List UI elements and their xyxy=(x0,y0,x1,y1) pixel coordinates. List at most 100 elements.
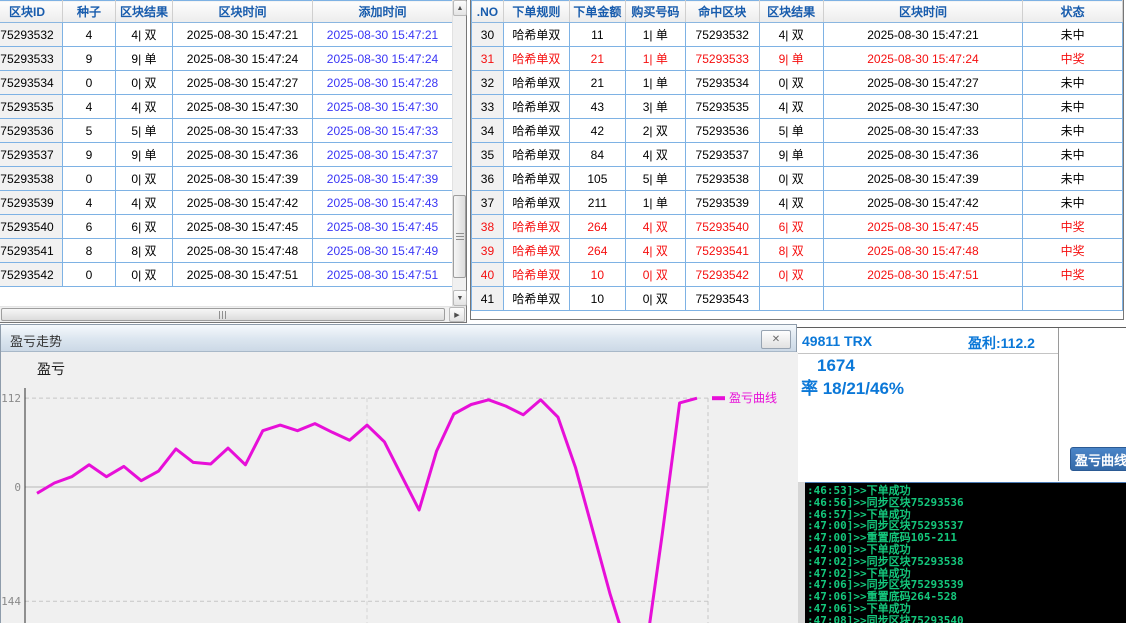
table-cell: 75293533 xyxy=(685,47,759,71)
log-line: :47:06]>>下单成功 xyxy=(807,603,1126,615)
table-row[interactable]: 41哈希单双100| 双75293543 xyxy=(472,287,1123,311)
table-row[interactable]: 7529354188| 双2025-08-30 15:47:482025-08-… xyxy=(0,239,453,263)
table-row[interactable]: 31哈希单双211| 单752935339| 单2025-08-30 15:47… xyxy=(472,47,1123,71)
table-cell: 75293537 xyxy=(0,143,63,167)
table-cell: 中奖 xyxy=(1023,263,1123,287)
table-cell: 33 xyxy=(472,95,504,119)
table-row[interactable]: 32哈希单双211| 单752935340| 双2025-08-30 15:47… xyxy=(472,71,1123,95)
table-row[interactable]: 33哈希单双433| 单752935354| 双2025-08-30 15:47… xyxy=(472,95,1123,119)
profit-curve-button[interactable]: 盈亏曲线 xyxy=(1070,447,1126,471)
table-cell: 0 xyxy=(63,71,116,95)
app-screen: 区块ID种子区块结果区块时间添加时间7529353244| 双2025-08-3… xyxy=(0,0,1126,623)
column-header[interactable]: 下单金额 xyxy=(569,1,625,23)
column-header[interactable]: 区块结果 xyxy=(759,1,823,23)
table-cell: 211 xyxy=(569,191,625,215)
close-button[interactable]: ✕ xyxy=(761,330,791,349)
scrollbar-thumb[interactable] xyxy=(453,195,466,278)
log-console[interactable]: :46:53]>>下单成功:46:56]>>同步区块75293536:46:57… xyxy=(805,482,1126,623)
column-header[interactable]: 区块ID xyxy=(0,1,63,23)
table-cell: 0| 双 xyxy=(759,71,823,95)
window-titlebar[interactable]: 盈亏走势 ✕ xyxy=(1,325,796,352)
table-row[interactable]: 36哈希单双1055| 单752935380| 双2025-08-30 15:4… xyxy=(472,167,1123,191)
table-cell: 未中 xyxy=(1023,167,1123,191)
table-row[interactable]: 37哈希单双2111| 单752935394| 双2025-08-30 15:4… xyxy=(472,191,1123,215)
column-header[interactable]: 添加时间 xyxy=(313,1,453,23)
svg-text:-144: -144 xyxy=(1,595,21,608)
table-cell: 4 xyxy=(63,23,116,47)
table-cell: 中奖 xyxy=(1023,215,1123,239)
table-cell: 30 xyxy=(472,23,504,47)
table-row[interactable]: 35哈希单双844| 双752935379| 单2025-08-30 15:47… xyxy=(472,143,1123,167)
table-cell: 2025-08-30 15:47:33 xyxy=(173,119,313,143)
column-header[interactable]: 命中区块 xyxy=(685,1,759,23)
table-row[interactable]: 7529353400| 双2025-08-30 15:47:272025-08-… xyxy=(0,71,453,95)
table-row[interactable]: 39哈希单双2644| 双752935418| 双2025-08-30 15:4… xyxy=(472,239,1123,263)
table-row[interactable]: 7529353399| 单2025-08-30 15:47:242025-08-… xyxy=(0,47,453,71)
table-row[interactable]: 7529353800| 双2025-08-30 15:47:392025-08-… xyxy=(0,167,453,191)
table-cell: 37 xyxy=(472,191,504,215)
table-cell: 38 xyxy=(472,215,504,239)
table-cell: 哈希单双 xyxy=(503,191,569,215)
table-row[interactable]: 34哈希单双422| 双752935365| 单2025-08-30 15:47… xyxy=(472,119,1123,143)
table-cell: 35 xyxy=(472,143,504,167)
table-cell: 6 xyxy=(63,215,116,239)
table-cell: 3| 单 xyxy=(625,95,685,119)
column-header[interactable]: 种子 xyxy=(63,1,116,23)
table-cell: 5 xyxy=(63,119,116,143)
vertical-scrollbar[interactable]: ▲ ▼ xyxy=(452,0,466,306)
log-line: :47:08]>>同步区块75293540 xyxy=(807,615,1126,623)
column-header[interactable]: 区块时间 xyxy=(823,1,1023,23)
column-header[interactable]: 区块时间 xyxy=(173,1,313,23)
table-cell: 2025-08-30 15:47:45 xyxy=(313,215,453,239)
column-header[interactable]: 区块结果 xyxy=(116,1,173,23)
scroll-up-icon: ▲ xyxy=(457,5,464,12)
table-cell: 75293534 xyxy=(0,71,63,95)
groupbox-separator xyxy=(796,353,1058,354)
table-row[interactable]: 7529354200| 双2025-08-30 15:47:512025-08-… xyxy=(0,263,453,287)
table-cell: 2025-08-30 15:47:42 xyxy=(823,191,1023,215)
table-row[interactable]: 7529353944| 双2025-08-30 15:47:422025-08-… xyxy=(0,191,453,215)
svg-text:盈亏曲线: 盈亏曲线 xyxy=(729,391,777,405)
table-row[interactable]: 7529353799| 单2025-08-30 15:47:362025-08-… xyxy=(0,143,453,167)
table-cell: 8 xyxy=(63,239,116,263)
column-header[interactable]: 购买号码 xyxy=(625,1,685,23)
table-cell: 21 xyxy=(569,71,625,95)
table-cell: 2025-08-30 15:47:36 xyxy=(173,143,313,167)
column-header[interactable]: 下单规则 xyxy=(503,1,569,23)
log-line: :47:02]>>同步区块75293538 xyxy=(807,556,1126,568)
bet-table: .NO下单规则下单金额购买号码命中区块区块结果区块时间状态30哈希单双111| … xyxy=(471,0,1123,311)
table-cell: 0| 双 xyxy=(116,167,173,191)
table-cell: 4| 双 xyxy=(625,239,685,263)
table-cell: 4| 双 xyxy=(116,95,173,119)
scroll-right-button[interactable]: ▶ xyxy=(449,307,465,322)
table-cell: 75293543 xyxy=(685,287,759,311)
profit-chart: 盈亏 1120-144盈亏曲线 xyxy=(1,352,798,623)
table-cell: 9 xyxy=(63,143,116,167)
table-row[interactable]: 30哈希单双111| 单752935324| 双2025-08-30 15:47… xyxy=(472,23,1123,47)
table-cell: 75293541 xyxy=(685,239,759,263)
table-cell: 6| 双 xyxy=(759,215,823,239)
table-row[interactable]: 7529353244| 双2025-08-30 15:47:212025-08-… xyxy=(0,23,453,47)
scrollbar-thumb[interactable] xyxy=(1,308,445,321)
table-cell: 105 xyxy=(569,167,625,191)
table-row[interactable]: 7529354066| 双2025-08-30 15:47:452025-08-… xyxy=(0,215,453,239)
svg-text:112: 112 xyxy=(1,392,21,405)
profit-chart-svg: 1120-144盈亏曲线 xyxy=(1,352,798,623)
table-cell: 43 xyxy=(569,95,625,119)
table-cell: 2025-08-30 15:47:21 xyxy=(823,23,1023,47)
horizontal-scrollbar[interactable]: ▶ xyxy=(0,306,466,322)
table-row[interactable]: 40哈希单双100| 双752935420| 双2025-08-30 15:47… xyxy=(472,263,1123,287)
column-header[interactable]: .NO xyxy=(472,1,504,23)
table-row[interactable]: 7529353544| 双2025-08-30 15:47:302025-08-… xyxy=(0,95,453,119)
table-cell: 75293535 xyxy=(0,95,63,119)
table-cell: 2025-08-30 15:47:27 xyxy=(823,71,1023,95)
table-cell: 2025-08-30 15:47:49 xyxy=(313,239,453,263)
table-row[interactable]: 38哈希单双2644| 双752935406| 双2025-08-30 15:4… xyxy=(472,215,1123,239)
scroll-down-button[interactable]: ▼ xyxy=(453,290,467,306)
scroll-up-button[interactable]: ▲ xyxy=(453,0,467,16)
scroll-right-icon: ▶ xyxy=(454,311,459,319)
table-cell: 4| 双 xyxy=(116,191,173,215)
table-row[interactable]: 7529353655| 单2025-08-30 15:47:332025-08-… xyxy=(0,119,453,143)
table-cell: 0| 双 xyxy=(759,263,823,287)
column-header[interactable]: 状态 xyxy=(1023,1,1123,23)
